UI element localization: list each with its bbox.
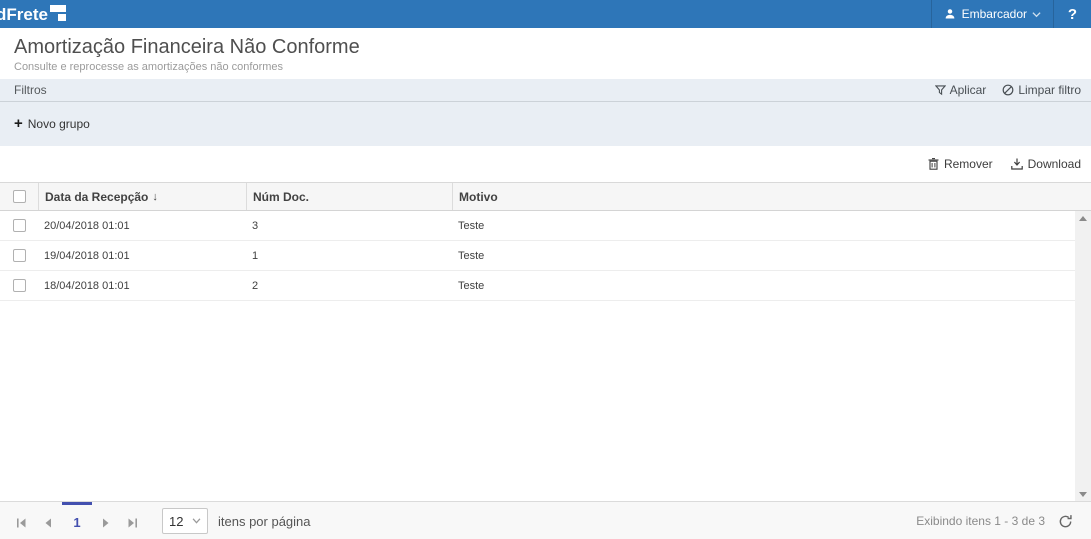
plus-icon: +	[14, 118, 23, 130]
apply-filter-button[interactable]: Aplicar	[935, 83, 987, 97]
cell-reason: Teste	[452, 211, 1075, 240]
help-button[interactable]: ?	[1053, 0, 1091, 28]
cell-date: 19/04/2018 01:01	[38, 241, 246, 270]
filter-group-panel: + Novo grupo	[0, 102, 1091, 146]
pagination-bar: 1 12 itens por página Exibindo itens 1 -…	[0, 501, 1091, 539]
column-header-date[interactable]: Data da Recepção ↓	[38, 183, 246, 210]
filter-funnel-icon	[935, 85, 946, 96]
grid-toolbar: Remover Download	[0, 146, 1091, 182]
app-window: dFrete Embarcador ? Amortização Financei…	[0, 0, 1091, 539]
cell-date: 20/04/2018 01:01	[38, 211, 246, 240]
download-label: Download	[1028, 157, 1081, 171]
clear-filter-label: Limpar filtro	[1018, 83, 1081, 97]
column-header-numdoc[interactable]: Núm Doc.	[246, 183, 452, 210]
row-checkbox[interactable]	[13, 279, 26, 292]
filters-bar: Filtros Aplicar Limpar filtro	[0, 79, 1091, 102]
column-header-reason[interactable]: Motivo	[452, 183, 1075, 210]
cell-reason: Teste	[452, 271, 1075, 300]
page-subtitle: Consulte e reprocesse as amortizações nã…	[14, 61, 1077, 73]
pager-status-text: Exibindo itens 1 - 3 de 3	[916, 502, 1045, 539]
apply-filter-label: Aplicar	[950, 83, 987, 97]
grid-header-row: Data da Recepção ↓ Núm Doc. Motivo	[0, 183, 1091, 211]
filters-title: Filtros	[14, 83, 47, 97]
column-header-date-label: Data da Recepção	[45, 190, 148, 204]
column-header-reason-label: Motivo	[459, 190, 498, 204]
sort-desc-icon: ↓	[152, 191, 158, 203]
scroll-down-icon[interactable]	[1075, 487, 1091, 501]
page-size-select[interactable]: 12	[162, 508, 208, 534]
chevron-down-icon	[1032, 11, 1041, 18]
user-icon	[944, 8, 956, 20]
clear-filter-button[interactable]: Limpar filtro	[1002, 83, 1081, 97]
cell-date: 18/04/2018 01:01	[38, 271, 246, 300]
help-icon: ?	[1068, 6, 1077, 23]
table-row[interactable]: 20/04/2018 01:01 3 Teste	[0, 211, 1075, 241]
remove-button[interactable]: Remover	[928, 157, 993, 171]
new-group-button[interactable]: + Novo grupo	[14, 117, 90, 131]
page-title: Amortização Financeira Não Conforme	[14, 35, 1077, 59]
page-size-value: 12	[169, 514, 183, 529]
table-scrollbar[interactable]	[1075, 211, 1091, 501]
cell-numdoc: 1	[246, 241, 452, 270]
trash-icon	[928, 158, 939, 170]
top-navbar: dFrete Embarcador ?	[0, 0, 1091, 28]
table-row[interactable]: 19/04/2018 01:01 1 Teste	[0, 241, 1075, 271]
row-checkbox[interactable]	[13, 249, 26, 262]
refresh-button[interactable]	[1045, 502, 1085, 539]
page-number-button[interactable]: 1	[62, 502, 92, 539]
data-grid: Data da Recepção ↓ Núm Doc. Motivo 20/04…	[0, 182, 1091, 501]
new-group-label: Novo grupo	[28, 117, 90, 131]
download-icon	[1011, 158, 1023, 170]
first-page-button[interactable]	[8, 502, 35, 539]
page-header: Amortização Financeira Não Conforme Cons…	[0, 28, 1091, 79]
cell-reason: Teste	[452, 241, 1075, 270]
prev-page-button[interactable]	[35, 502, 62, 539]
logo-squares-icon	[50, 5, 67, 21]
items-per-page-label: itens por página	[218, 502, 311, 539]
scroll-up-icon[interactable]	[1075, 211, 1091, 225]
cancel-circle-icon	[1002, 84, 1014, 96]
logo-text: dFrete	[0, 4, 48, 26]
remove-label: Remover	[944, 157, 993, 171]
column-header-numdoc-label: Núm Doc.	[253, 190, 309, 204]
app-logo[interactable]: dFrete	[0, 2, 67, 26]
table-row[interactable]: 18/04/2018 01:01 2 Teste	[0, 271, 1075, 301]
cell-numdoc: 3	[246, 211, 452, 240]
select-all-checkbox[interactable]	[13, 190, 26, 203]
next-page-button[interactable]	[92, 502, 119, 539]
download-button[interactable]: Download	[1011, 157, 1081, 171]
cell-numdoc: 2	[246, 271, 452, 300]
select-all-cell	[0, 183, 38, 210]
user-menu[interactable]: Embarcador	[931, 0, 1053, 28]
select-chevron-icon	[192, 518, 201, 524]
grid-body: 20/04/2018 01:01 3 Teste 19/04/2018 01:0…	[0, 211, 1091, 501]
user-menu-label: Embarcador	[962, 7, 1027, 21]
row-checkbox[interactable]	[13, 219, 26, 232]
last-page-button[interactable]	[119, 502, 146, 539]
